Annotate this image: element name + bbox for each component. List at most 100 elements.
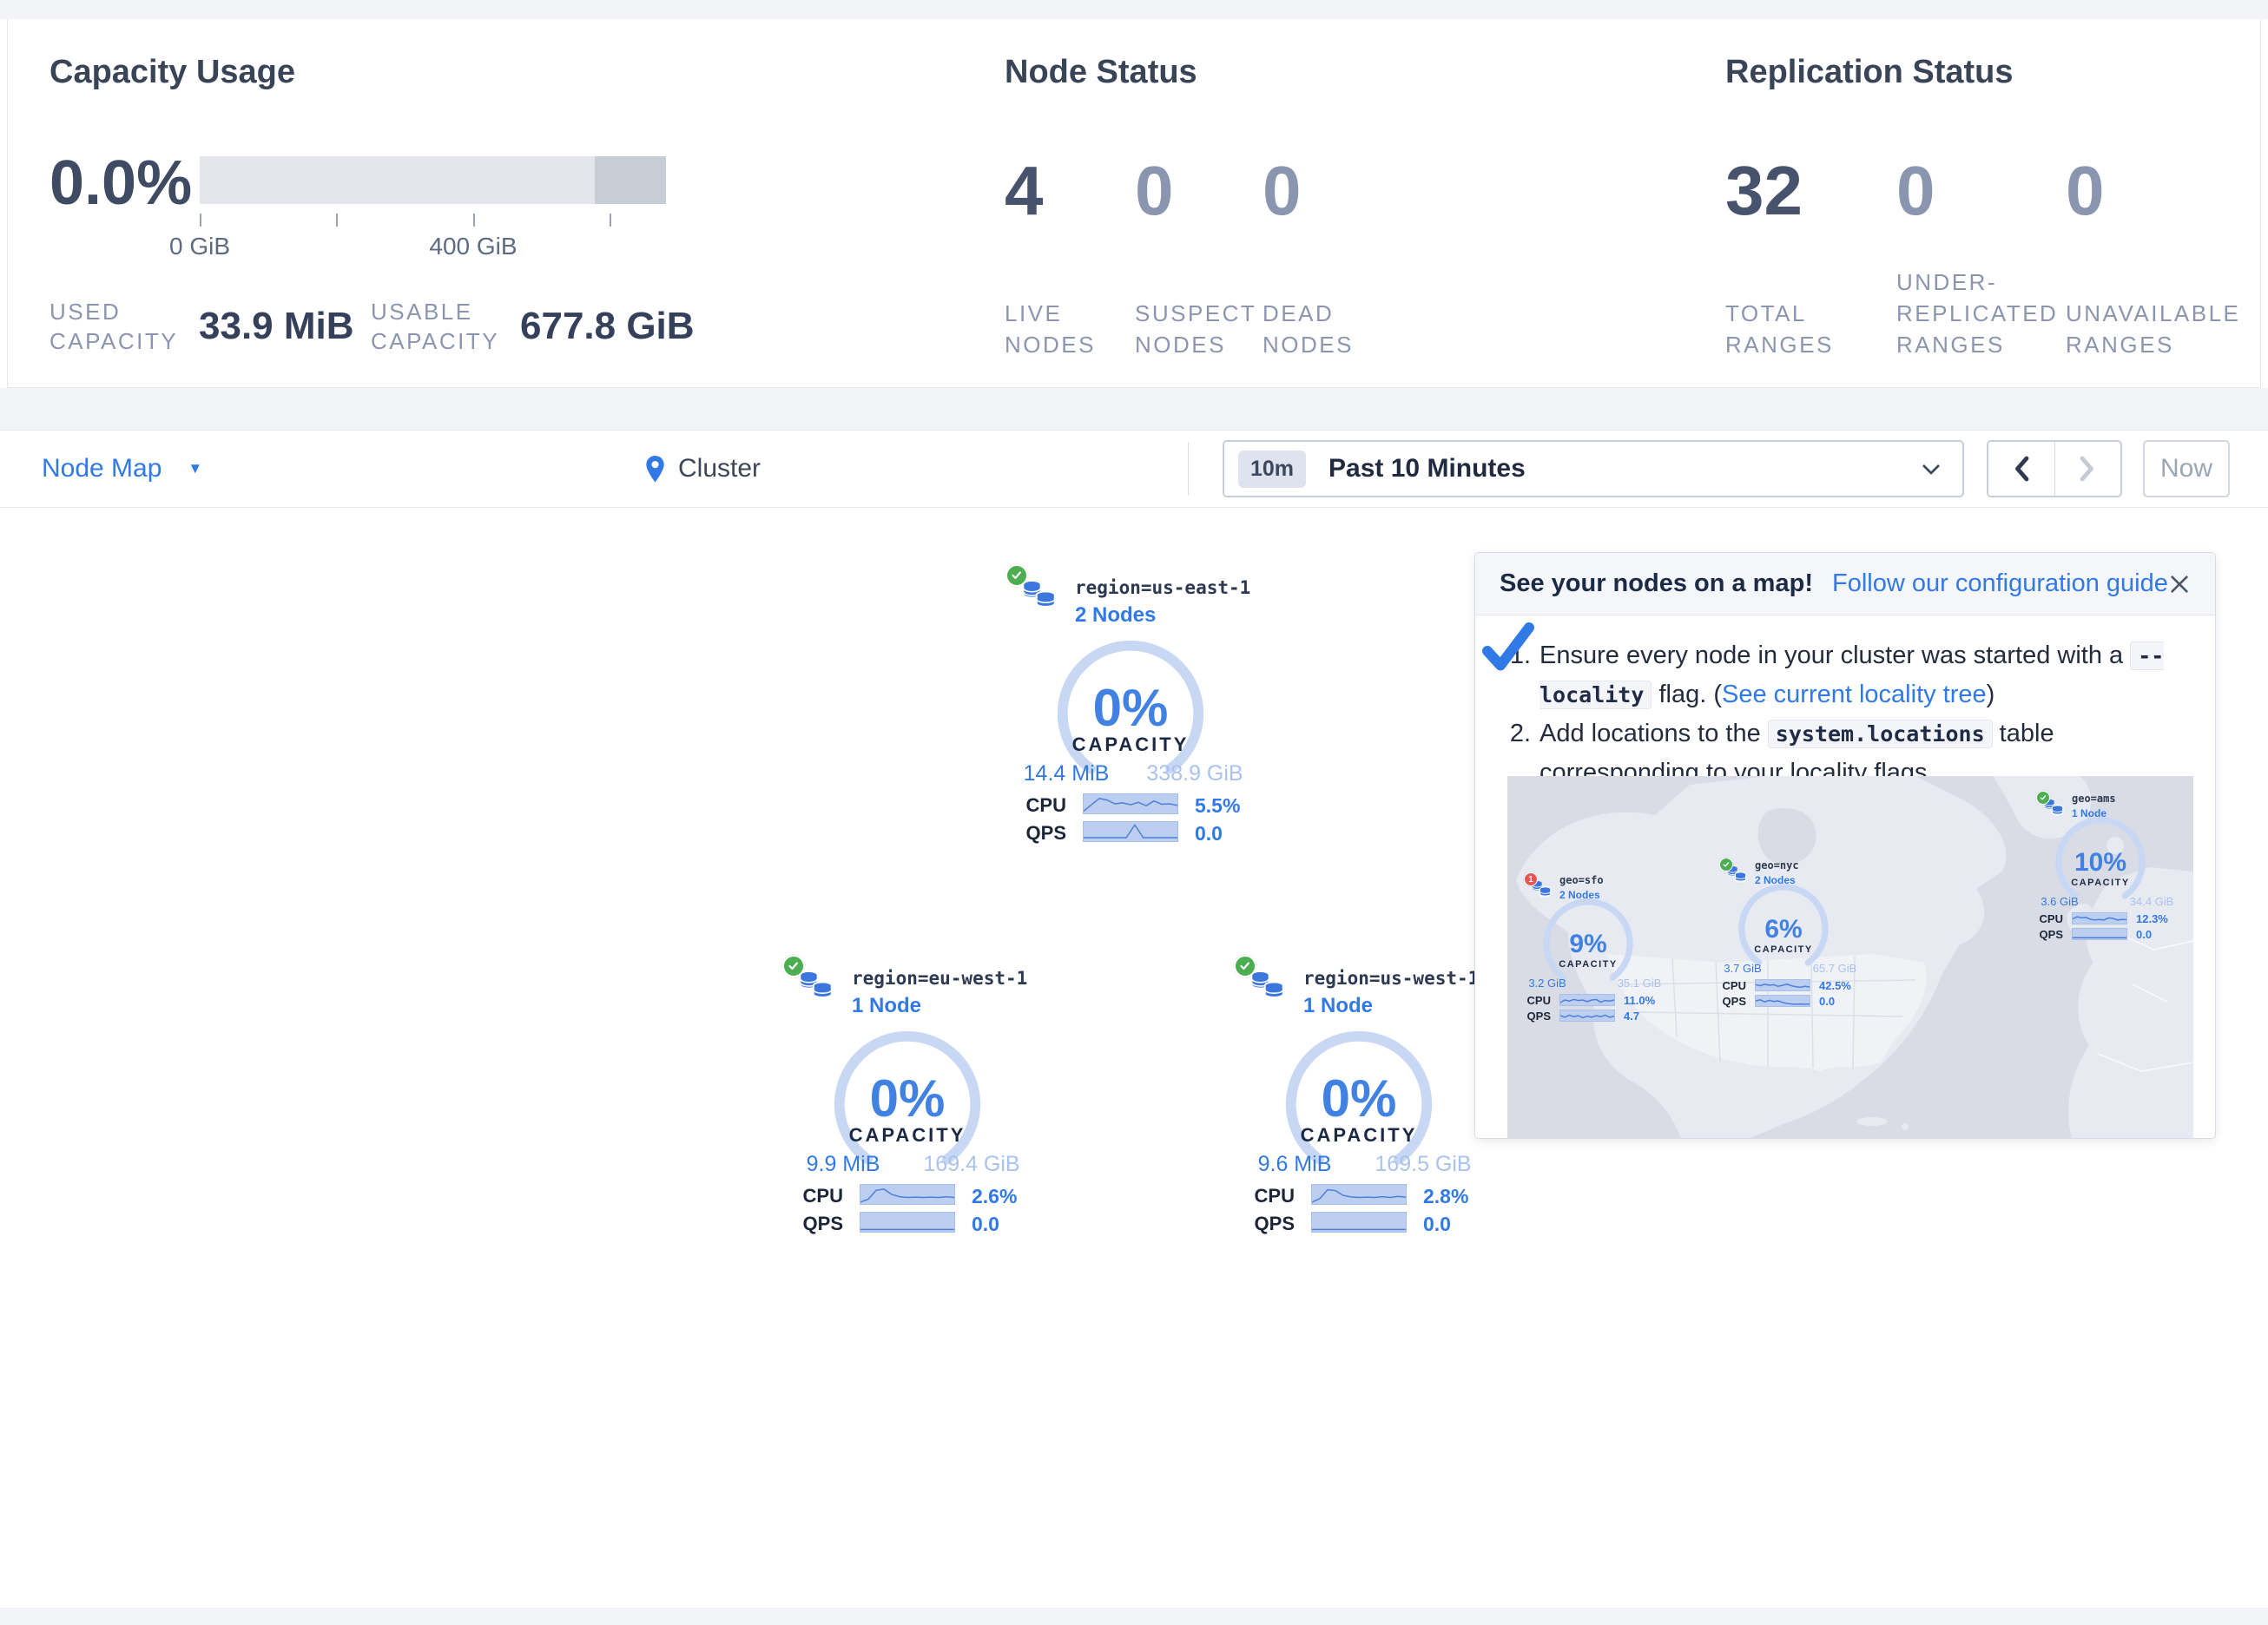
panel-title: See your nodes on a map! [1500, 569, 1813, 598]
check-icon [1238, 959, 1251, 972]
setup-step: 1. Ensure every node in your cluster was… [1496, 636, 2186, 714]
chevron-left-icon [2014, 456, 2029, 482]
qps-metric-row: QPS 4.7 [1493, 1010, 1693, 1023]
step-body: Ensure every node in your cluster was st… [1539, 636, 2186, 714]
qps-value: 0.0 [972, 1213, 999, 1236]
qps-sparkline [1083, 821, 1178, 842]
status-ok-badge [782, 955, 805, 977]
cpu-sparkline [2072, 912, 2127, 924]
now-button[interactable]: Now [2143, 440, 2230, 497]
capacity-percent: 0% [821, 1069, 994, 1128]
qps-metric-row: QPS 0.0 [1177, 1213, 1576, 1234]
cpu-label: CPU [1506, 994, 1551, 1007]
capacity-total-value: 35.1 GiB [1587, 977, 1691, 990]
mini-locality-card: 1 geo=sfo 2 Nodes 9% CAPACITY [1493, 867, 1693, 1023]
configuration-guide-link[interactable]: Follow our configuration guide [1832, 569, 2168, 598]
stat-label: SUSPECT NODES [1135, 298, 1263, 360]
chevron-right-icon [2080, 456, 2095, 482]
stat-value: 0 [1135, 156, 1263, 226]
check-icon [787, 959, 800, 972]
cpu-sparkline [860, 1184, 955, 1205]
view-selector-label: Node Map [42, 454, 162, 484]
cpu-label: CPU [2018, 912, 2063, 925]
qps-sparkline [1755, 995, 1810, 1007]
stat-label: UNDER- REPLICATED RANGES [1896, 266, 2066, 360]
stat-value: 0 [1263, 156, 1401, 226]
cpu-sparkline [1311, 1184, 1407, 1205]
capacity-total-value: 65.7 GiB [1783, 962, 1887, 975]
step-text: Add locations to the [1539, 720, 1768, 747]
capacity-total-value: 169.4 GiB [889, 1152, 1054, 1177]
stat-label: LIVE NODES [1005, 298, 1135, 360]
capacity-used-value: 3.2 GiB [1495, 977, 1599, 990]
database-icon [1021, 577, 1061, 614]
locality-name: region=us-west-1 [1303, 968, 1479, 989]
stat-value: 0 [2066, 156, 2268, 226]
replication-status-title: Replication Status [1725, 54, 2014, 91]
time-range-select[interactable]: 10m Past 10 Minutes [1223, 440, 1964, 497]
capacity-caption: CAPACITY [1272, 1124, 1446, 1147]
cpu-metric-row: CPU 2.8% [1177, 1185, 1576, 1206]
qps-sparkline [860, 1212, 955, 1233]
usable-capacity-label: USABLE CAPACITY [371, 297, 501, 356]
qps-value: 0.0 [1423, 1213, 1451, 1236]
stat-label: TOTAL RANGES [1725, 298, 1896, 360]
stat-value: 4 [1005, 156, 1135, 226]
capacity-bar: 0 GiB 400 GiB [200, 156, 666, 204]
used-capacity-value: 33.9 MiB [199, 305, 354, 348]
time-range-label: Past 10 Minutes [1328, 454, 1526, 484]
view-selector-dropdown[interactable]: Node Map ▼ [42, 431, 202, 507]
cpu-value: 2.8% [1423, 1185, 1468, 1208]
page-bottom-strip [0, 1608, 2268, 1625]
chevron-down-icon [1921, 463, 1942, 476]
capacity-total-value: 338.9 GiB [1112, 761, 1277, 786]
used-capacity-label: USED CAPACITY [49, 297, 180, 356]
locality-nodes-link[interactable]: 1 Node [852, 994, 921, 1018]
inline-code: system.locations [1768, 720, 1993, 748]
locality-nodes-link[interactable]: 2 Nodes [1075, 603, 1156, 628]
capacity-percent: 0% [1272, 1069, 1446, 1128]
cpu-label: CPU [760, 1185, 843, 1207]
qps-value: 0.0 [1819, 995, 1835, 1008]
time-pager [1987, 440, 2122, 497]
page-top-strip [0, 0, 2268, 19]
locality-name: geo=sfo [1559, 874, 1604, 886]
mini-locality-card: geo=nyc 2 Nodes 6% CAPACITY 3.7 GiB 65.7… [1689, 852, 1889, 1009]
status-warning-badge: 1 [1524, 872, 1538, 886]
close-icon[interactable] [2168, 573, 2191, 595]
qps-value: 4.7 [1624, 1010, 1639, 1023]
qps-label: QPS [2018, 928, 2063, 941]
qps-metric-row: QPS 0.0 [725, 1213, 1124, 1234]
qps-label: QPS [983, 822, 1066, 845]
qps-value: 0.0 [2136, 928, 2152, 941]
cpu-metric-row: CPU 42.5% [1689, 979, 1889, 992]
chevron-down-icon: ▼ [188, 460, 202, 477]
capacity-bar-segment [595, 156, 666, 204]
locality-nodes-link[interactable]: 1 Node [1303, 994, 1373, 1018]
stat-item: 32 TOTAL RANGES [1725, 156, 1896, 360]
capacity-percent: 6% [1735, 915, 1832, 944]
capacity-caption: CAPACITY [1539, 959, 1637, 970]
qps-metric-row: QPS 0.0 [948, 822, 1348, 843]
time-back-button[interactable] [1988, 442, 2055, 496]
stat-item: 4 LIVE NODES [1005, 156, 1135, 360]
tick-label-400: 400 GiB [404, 233, 543, 260]
cpu-metric-row: CPU 2.6% [725, 1185, 1124, 1206]
replication-status-items: 32 TOTAL RANGES 0 UNDER- REPLICATED RANG… [1725, 156, 2268, 360]
breadcrumb[interactable]: Cluster [644, 431, 761, 507]
warning-count: 1 [1528, 875, 1533, 885]
capacity-usage-title: Capacity Usage [49, 54, 295, 91]
step-text: flag. ( [1652, 681, 1722, 708]
inline-link[interactable]: See current locality tree [1722, 681, 1987, 708]
node-status-title: Node Status [1005, 54, 1197, 91]
cpu-value: 2.6% [972, 1185, 1017, 1208]
capacity-percent: 10% [2052, 848, 2149, 878]
mini-locality-card: geo=ams 1 Node 10% CAPACITY 3.6 GiB 34.4… [2006, 786, 2205, 942]
time-forward-button[interactable] [2055, 442, 2121, 496]
breadcrumb-label: Cluster [678, 454, 761, 484]
usable-capacity: USABLE CAPACITY 677.8 GiB [371, 297, 695, 356]
capacity-legend: USED CAPACITY 33.9 MiB USABLE CAPACITY 6… [49, 297, 695, 356]
cluster-summary-bar: Capacity Usage 0.0% 0 GiB 400 GiB USED C… [7, 19, 2261, 388]
tick-label-0: 0 GiB [130, 233, 269, 260]
qps-sparkline [1311, 1212, 1407, 1233]
